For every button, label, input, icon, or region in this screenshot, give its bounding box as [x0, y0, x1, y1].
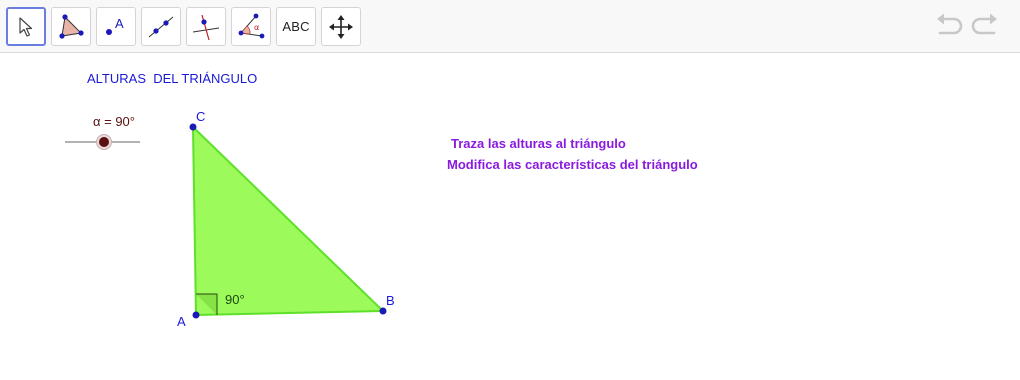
redo-button[interactable] — [970, 12, 1000, 45]
point-a[interactable] — [192, 311, 200, 319]
alpha-slider[interactable] — [60, 130, 144, 154]
point-tool-button[interactable]: A — [96, 7, 136, 46]
text-tool-label: ABC — [282, 19, 310, 34]
line-icon — [148, 16, 174, 37]
slider-label: α = 90° — [93, 114, 135, 129]
move-arrows-icon — [329, 14, 353, 39]
slider-handle-dot — [99, 137, 109, 147]
angle-value-label: 90° — [225, 292, 245, 307]
redo-icon — [971, 13, 997, 35]
svg-text:A: A — [115, 16, 124, 31]
angle-icon: α — [238, 13, 265, 38]
graphics-view[interactable] — [0, 54, 1020, 380]
undo-button[interactable] — [934, 12, 964, 45]
undo-icon — [937, 13, 963, 35]
point-c-label: C — [196, 109, 206, 124]
line-tool-button[interactable] — [141, 7, 181, 46]
polygon-tool-button[interactable] — [51, 7, 91, 46]
toolbar: A α ABC — [0, 0, 1020, 53]
arrow-cursor-icon — [19, 16, 33, 37]
move-graphics-view-tool-button[interactable] — [321, 7, 361, 46]
perpendicular-icon — [192, 14, 220, 40]
polygon-icon — [59, 13, 84, 39]
point-icon: A — [106, 16, 124, 35]
text-tool-button[interactable]: ABC — [276, 7, 316, 46]
point-a-label: A — [177, 314, 186, 329]
angle-tool-button[interactable]: α — [231, 7, 271, 46]
instruction-2: Modifica las características del triángu… — [447, 157, 698, 172]
instruction-1: Traza las alturas al triángulo — [451, 136, 626, 151]
point-c[interactable] — [189, 123, 197, 131]
svg-text:α: α — [254, 23, 259, 32]
construction-title: ALTURAS DEL TRIÁNGULO — [87, 71, 258, 86]
move-tool-button[interactable] — [6, 7, 46, 46]
point-b[interactable] — [379, 307, 387, 315]
point-b-label: B — [386, 293, 395, 308]
perpendicular-line-tool-button[interactable] — [186, 7, 226, 46]
